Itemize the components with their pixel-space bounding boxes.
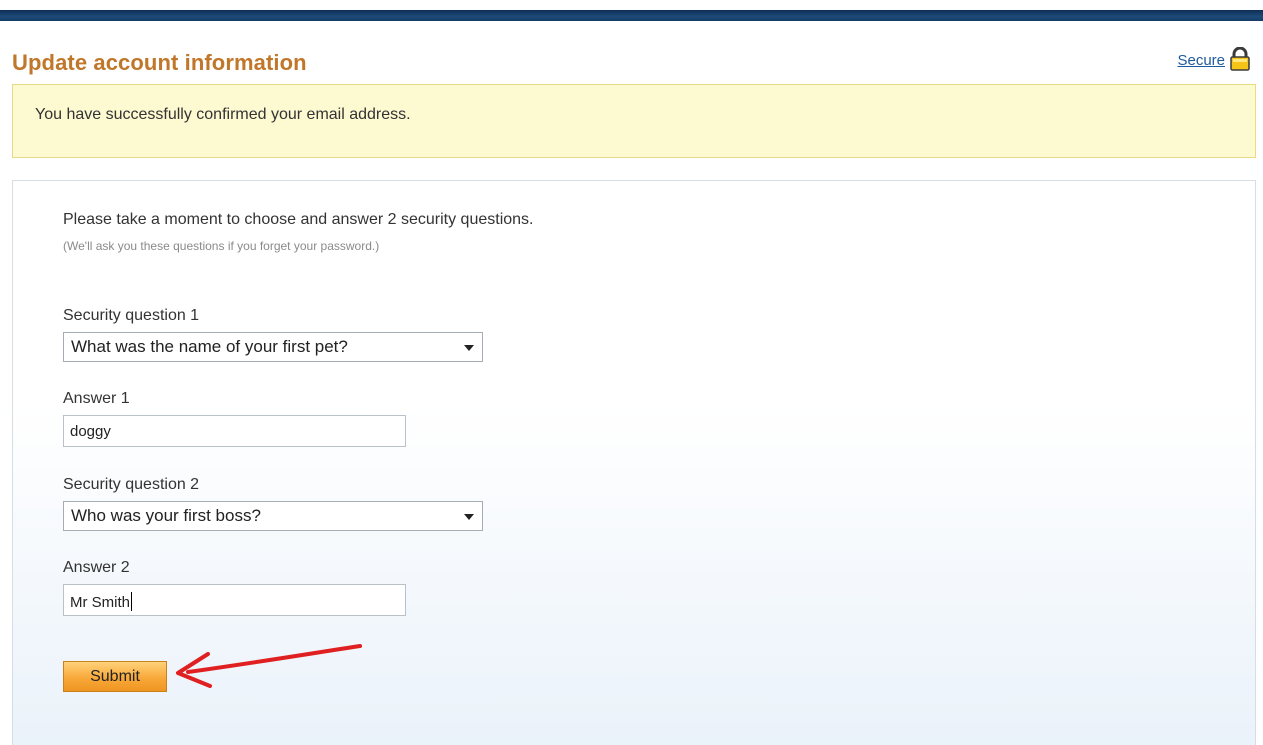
security-question-2-select[interactable]: Who was your first boss? — [63, 501, 483, 531]
chevron-down-icon — [464, 514, 474, 520]
success-notice: You have successfully confirmed your ema… — [12, 84, 1256, 158]
notice-message: You have successfully confirmed your ema… — [35, 106, 411, 123]
security-question-1-select[interactable]: What was the name of your first pet? — [63, 332, 483, 362]
submit-button[interactable]: Submit — [63, 661, 167, 692]
answer-2-text: Mr Smith — [70, 594, 130, 611]
answer-1-input[interactable]: doggy — [63, 415, 406, 447]
answer-2-label: Answer 2 — [63, 559, 130, 576]
answer-1-label: Answer 1 — [63, 390, 130, 407]
top-banner-bar — [0, 10, 1263, 21]
lock-icon — [1230, 47, 1250, 71]
secure-link[interactable]: Secure — [1177, 52, 1225, 69]
chevron-down-icon — [464, 345, 474, 351]
form-intro-hint: (We'll ask you these questions if you fo… — [63, 239, 380, 253]
security-question-1-label: Security question 1 — [63, 307, 200, 324]
text-caret — [131, 592, 132, 611]
page-title: Update account information — [12, 50, 307, 75]
security-question-2-value: Who was your first boss? — [71, 506, 261, 525]
answer-2-value: Mr Smith — [70, 592, 132, 611]
security-question-1-value: What was the name of your first pet? — [71, 337, 348, 356]
security-question-2-label: Security question 2 — [63, 476, 200, 493]
answer-1-value: doggy — [70, 423, 111, 440]
form-intro: Please take a moment to choose and answe… — [63, 211, 534, 228]
red-arrow-annotation — [176, 644, 362, 688]
answer-2-input[interactable]: Mr Smith — [63, 584, 406, 616]
